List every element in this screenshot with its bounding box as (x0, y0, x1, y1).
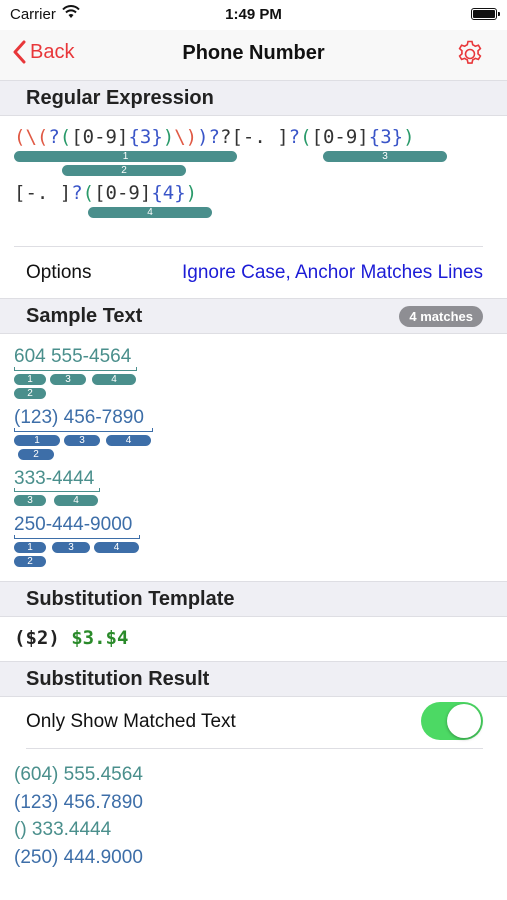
navigation-bar: Back Phone Number (0, 30, 507, 81)
regex-group-pill: 1 (14, 151, 237, 162)
regex-group-pill: 2 (62, 165, 186, 176)
divider (14, 246, 483, 247)
page-title: Phone Number (182, 42, 325, 64)
result-line: (604) 555.4564 (14, 764, 143, 785)
sample-section-title: Sample Text (26, 305, 143, 327)
group-pill: 4 (92, 374, 136, 385)
match-bracket (14, 535, 140, 539)
sample-section-header: Sample Text 4 matches (0, 298, 507, 334)
group-pill: 1 (14, 435, 60, 446)
match-bracket (14, 367, 137, 371)
battery-icon (471, 8, 500, 20)
only-matched-label: Only Show Matched Text (26, 711, 236, 732)
sample-line[interactable]: 250-444-9000 (14, 514, 132, 536)
group-pill: 2 (14, 556, 46, 567)
group-pill: 1 (14, 542, 46, 553)
divider (26, 748, 483, 749)
only-matched-toggle[interactable] (421, 702, 483, 740)
match-bracket (14, 488, 100, 492)
regex-line-1[interactable]: (\(?([0-9]{3})\))??[-. ]?([0-9]{3}) (14, 126, 415, 148)
sample-line[interactable]: 333-4444 (14, 468, 94, 490)
result-line: (123) 456.7890 (14, 792, 143, 813)
sample-line[interactable]: 604 555-4564 (14, 346, 131, 368)
options-value[interactable]: Ignore Case, Anchor Matches Lines (182, 262, 483, 284)
group-pill: 3 (64, 435, 100, 446)
group-pill: 2 (18, 449, 54, 460)
group-pill: 3 (14, 495, 46, 506)
sample-line[interactable]: (123) 456-7890 (14, 407, 144, 429)
clock: 1:49 PM (225, 6, 282, 23)
substitution-result-header: Substitution Result (0, 661, 507, 697)
regex-group-pill: 4 (88, 207, 212, 218)
group-pill: 3 (50, 374, 86, 385)
regex-section-title: Regular Expression (26, 87, 214, 109)
substitution-result-title: Substitution Result (26, 668, 210, 690)
group-pill: 4 (54, 495, 98, 506)
status-bar: Carrier 1:49 PM (0, 0, 507, 30)
regex-line-2[interactable]: [-. ]?([0-9]{4}) (14, 182, 197, 204)
group-pill: 4 (106, 435, 151, 446)
group-pill: 3 (52, 542, 90, 553)
toggle-knob (447, 704, 481, 738)
substitution-template-field[interactable]: ($2) $3.$4 (14, 627, 128, 649)
substitution-template-title: Substitution Template (26, 588, 235, 610)
group-pill: 1 (14, 374, 46, 385)
options-label: Options (26, 262, 92, 283)
group-pill: 4 (94, 542, 139, 553)
result-line: (250) 444.9000 (14, 847, 143, 868)
regex-section-header: Regular Expression (0, 80, 507, 116)
gear-icon[interactable] (455, 39, 485, 69)
regex-group-pill: 3 (323, 151, 447, 162)
match-bracket (14, 428, 153, 432)
match-count-badge: 4 matches (399, 306, 483, 327)
substitution-template-header: Substitution Template (0, 581, 507, 617)
result-line: () 333.4444 (14, 819, 112, 840)
group-pill: 2 (14, 388, 46, 399)
